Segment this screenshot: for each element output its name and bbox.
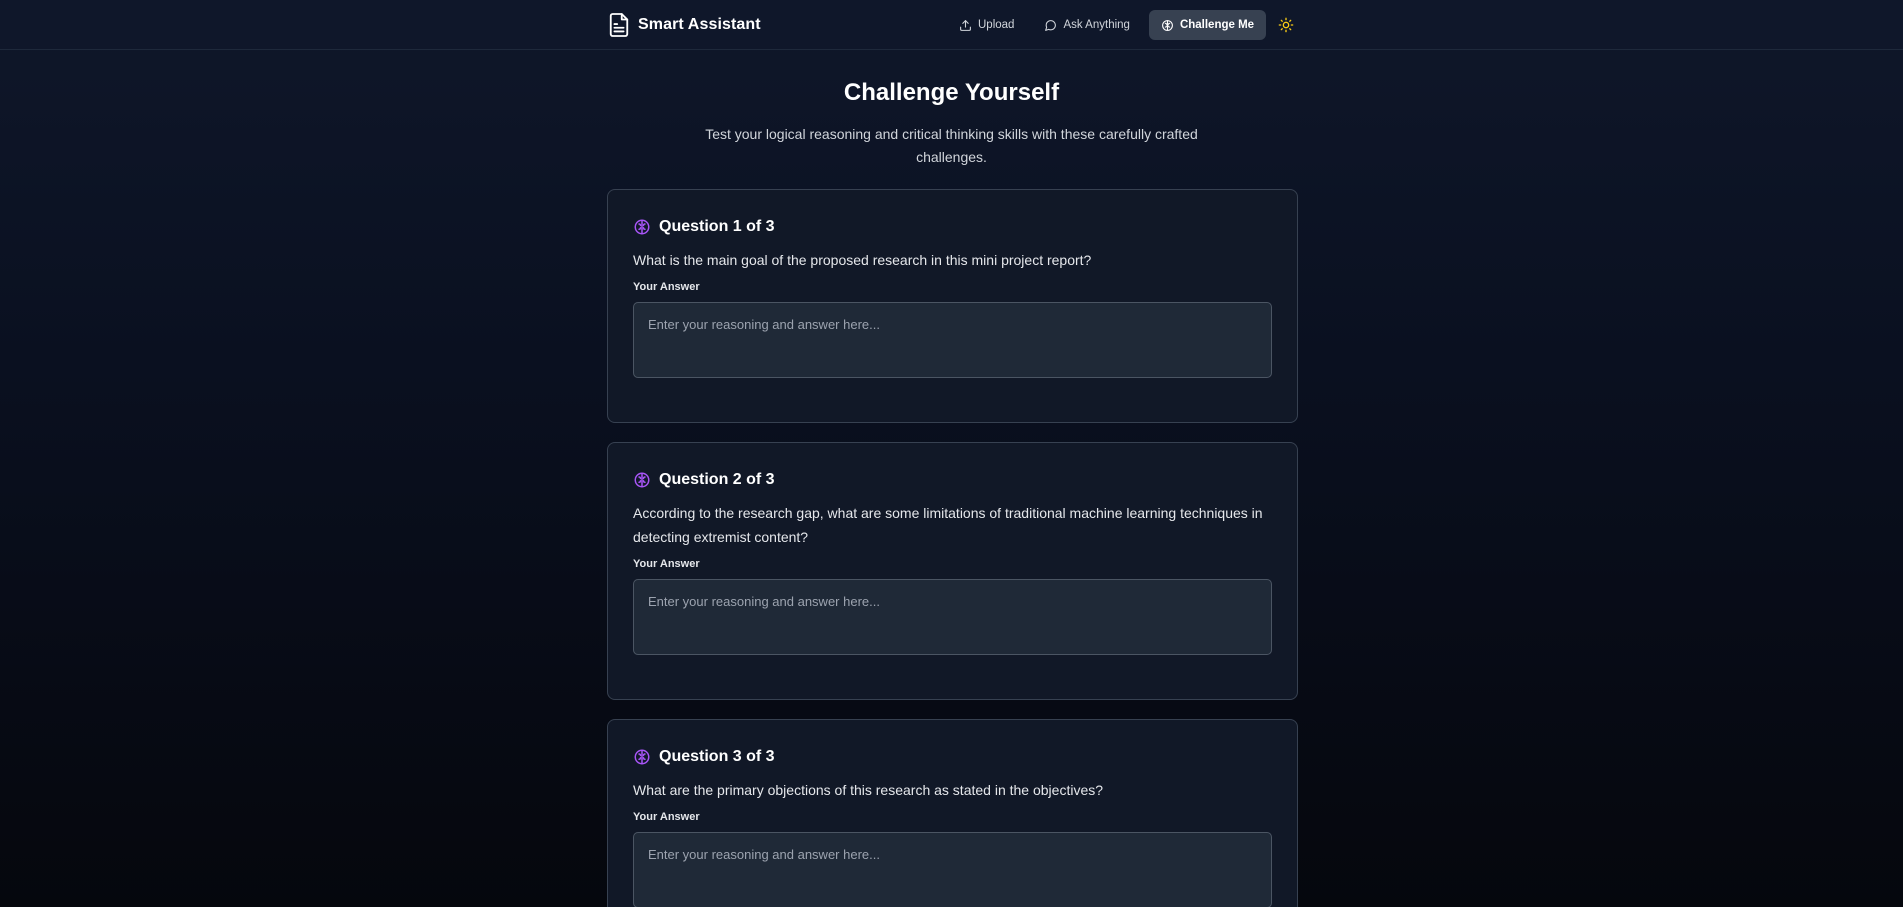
nav-challenge-label: Challenge Me bbox=[1179, 19, 1255, 31]
question-title: Question 1 of 3 bbox=[659, 218, 775, 235]
brand[interactable]: Smart Assistant bbox=[608, 12, 761, 38]
nav-challenge-button[interactable]: Challenge Me bbox=[1148, 10, 1267, 40]
page-header: Challenge Yourself Test your logical rea… bbox=[0, 75, 1903, 169]
answer-textarea[interactable] bbox=[633, 579, 1272, 655]
question-card: Question 2 of 3 According to the researc… bbox=[607, 442, 1298, 700]
question-text: According to the research gap, what are … bbox=[633, 505, 1263, 545]
top-navbar: Smart Assistant Upload Ask Anything Chal… bbox=[0, 0, 1903, 50]
brain-icon bbox=[634, 749, 650, 765]
brain-icon bbox=[634, 219, 650, 235]
upload-icon bbox=[960, 19, 971, 31]
sun-icon bbox=[1278, 17, 1294, 33]
brain-icon bbox=[634, 472, 650, 488]
document-icon bbox=[609, 13, 629, 37]
nav-ask-label: Ask Anything bbox=[1063, 19, 1130, 31]
question-text: What is the main goal of the proposed re… bbox=[633, 252, 1092, 268]
app-title: Smart Assistant bbox=[638, 16, 761, 33]
question-header: Question 2 of 3 bbox=[633, 469, 1272, 491]
page-subtitle: Test your logical reasoning and critical… bbox=[705, 126, 1198, 165]
brain-icon bbox=[1162, 19, 1173, 31]
page-title: Challenge Yourself bbox=[843, 79, 1060, 106]
question-card: Question 3 of 3 What are the primary obj… bbox=[607, 719, 1298, 907]
answer-label: Your Answer bbox=[633, 281, 700, 293]
nav-ask-button[interactable]: Ask Anything bbox=[1033, 10, 1140, 40]
nav-links: Upload Ask Anything Challenge Me bbox=[948, 10, 1298, 40]
question-text: What are the primary objections of this … bbox=[633, 782, 1104, 798]
question-header: Question 3 of 3 bbox=[633, 746, 1272, 768]
answer-label: Your Answer bbox=[633, 558, 700, 570]
question-title: Question 3 of 3 bbox=[659, 748, 775, 765]
theme-toggle-button[interactable] bbox=[1274, 13, 1298, 37]
question-title: Question 2 of 3 bbox=[659, 471, 775, 488]
question-header: Question 1 of 3 bbox=[633, 216, 1272, 238]
answer-label: Your Answer bbox=[633, 811, 700, 823]
nav-upload-button[interactable]: Upload bbox=[948, 10, 1025, 40]
chat-bubble-icon bbox=[1045, 19, 1057, 31]
answer-textarea[interactable] bbox=[633, 832, 1272, 907]
question-card: Question 1 of 3 What is the main goal of… bbox=[607, 189, 1298, 423]
nav-upload-label: Upload bbox=[978, 19, 1015, 31]
answer-textarea[interactable] bbox=[633, 302, 1272, 378]
